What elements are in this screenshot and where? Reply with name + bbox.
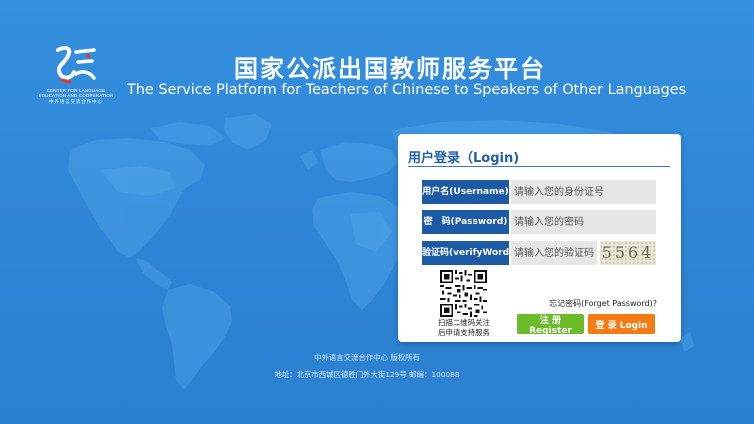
login-title-divider [408, 166, 670, 167]
organization-logo: CENTER FOR LANGUAGE EDUCATION AND COOPER… [30, 44, 122, 116]
qr-caption-line2: 后申请支持服务 [438, 328, 490, 337]
footer-copyright: 中外语言交流合作中心 版权所有 [314, 353, 420, 362]
page-title-chinese: 国家公派出国教师服务平台 [234, 55, 546, 83]
username-label: 用户名(Username) [422, 180, 509, 204]
forgot-password-link[interactable]: 忘记密码(Forget Password)? [549, 298, 657, 309]
login-panel: 用户登录（Login) 用户名(Username) 密 码(Password) … [398, 134, 681, 342]
page-title-english: The Service Platform for Teachers of Chi… [127, 82, 687, 98]
register-button[interactable]: 注 册 Register [517, 314, 584, 336]
qr-caption-line1: 扫描二维码关注 [438, 318, 490, 327]
qr-code-icon [440, 270, 487, 317]
login-title: 用户登录（Login) [408, 151, 520, 166]
login-button-label: 登 录 Login [595, 320, 648, 331]
verify-code-label: 验证码(verifyWord) [422, 241, 513, 265]
footer-address: 地址：北京市西城区德胜门外大街129号 邮编：100088 [274, 370, 460, 379]
verify-code-row: 验证码(verifyWord) 5564 [422, 241, 656, 265]
username-input[interactable] [511, 180, 656, 204]
password-label: 密 码(Password) [422, 210, 509, 234]
logo-text-line3: 中外语言交流合作中心 [49, 99, 103, 104]
logo-text-line2: EDUCATION AND COOPERATION [38, 93, 114, 98]
password-input[interactable] [511, 210, 656, 234]
register-button-label: 注 册 Register [529, 315, 572, 336]
logo-icon [56, 46, 96, 84]
username-row: 用户名(Username) [422, 180, 656, 204]
captcha-text: 5564 [601, 243, 655, 262]
verify-code-input[interactable] [511, 241, 597, 265]
captcha-image[interactable]: 5564 [600, 241, 656, 265]
login-button[interactable]: 登 录 Login [588, 314, 655, 334]
password-row: 密 码(Password) [422, 210, 656, 234]
